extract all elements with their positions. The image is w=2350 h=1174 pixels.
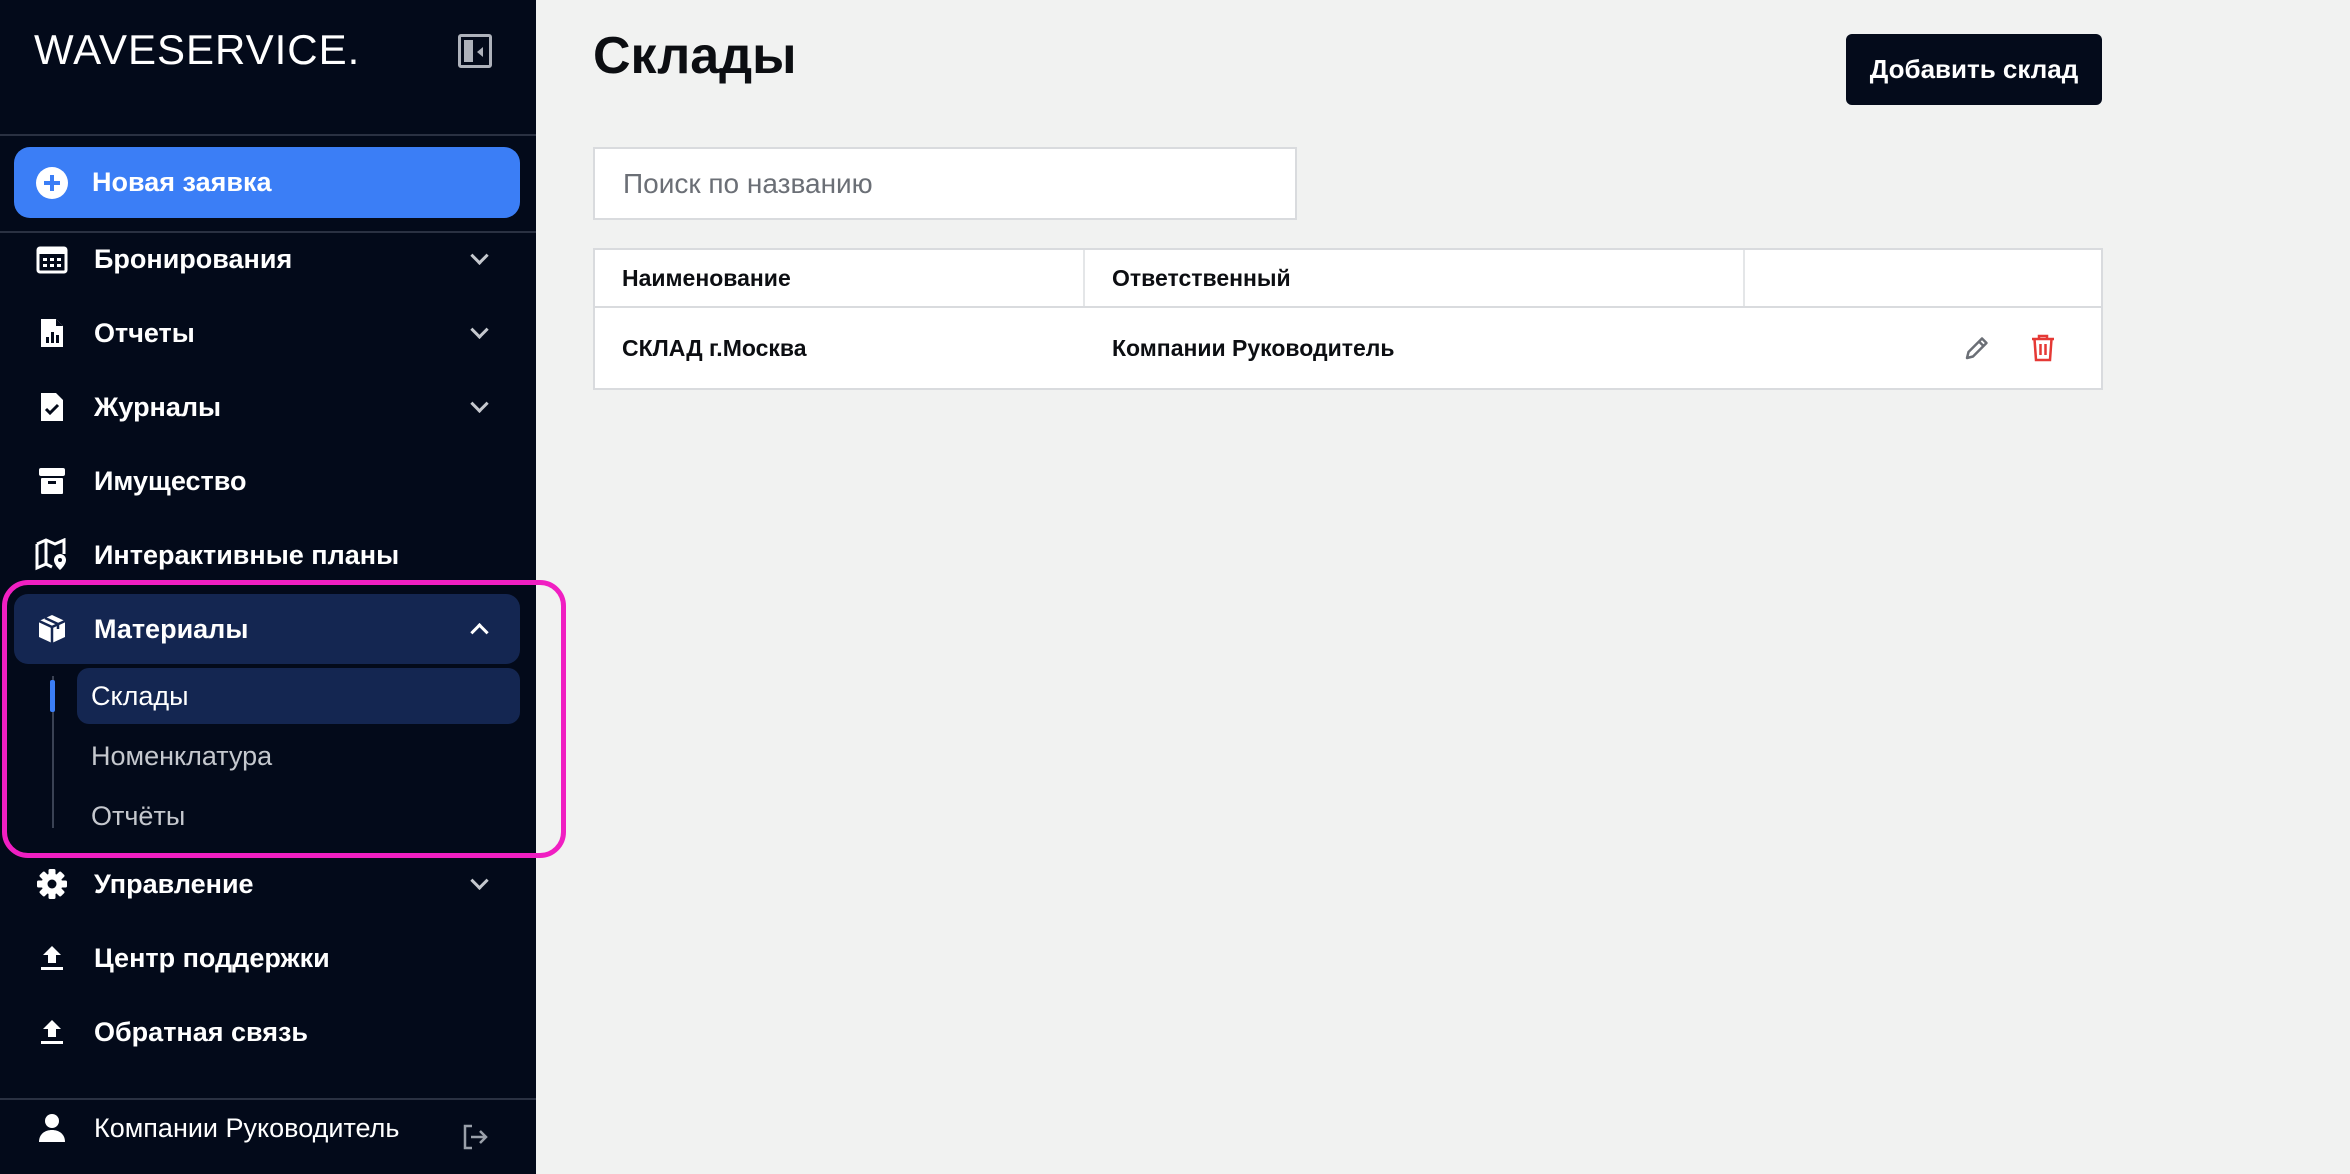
sidebar-item-label: Управление (94, 868, 254, 899)
plus-circle-icon (36, 166, 68, 199)
user-name: Компании Руководитель (94, 1112, 400, 1143)
warehouses-table: Наименование Ответственный СКЛАД г.Москв… (593, 248, 2103, 390)
new-request-button[interactable]: Новая заявка (14, 147, 520, 218)
chevron-down-icon (470, 246, 489, 265)
logo-part-2: SERVICE. (157, 26, 361, 73)
edit-pencil-icon[interactable] (1961, 331, 1993, 365)
upload-icon (34, 1014, 70, 1050)
logo-part-1: WAVE (34, 26, 158, 73)
cell-responsible: Компании Руководитель (1112, 334, 1395, 361)
user-profile[interactable]: Компании Руководитель (34, 1110, 399, 1146)
column-header-name[interactable]: Наименование (595, 250, 1085, 306)
column-header-actions (1745, 250, 2101, 306)
sidebar-item-label: Отчеты (94, 317, 195, 348)
map-pin-icon (34, 537, 70, 573)
divider (0, 1098, 536, 1100)
add-warehouse-button[interactable]: Добавить склад (1846, 34, 2102, 105)
sidebar-item-feedback[interactable]: Обратная связь (14, 997, 520, 1067)
sidebar-item-label: Журналы (94, 391, 222, 422)
archive-icon (34, 463, 70, 499)
collapse-sidebar-icon[interactable] (458, 34, 492, 68)
highlight-box (2, 580, 566, 858)
sidebar-item-bookings[interactable]: Бронирования (14, 224, 520, 294)
chevron-down-icon (470, 871, 489, 890)
table-row[interactable]: СКЛАД г.Москва Компании Руководитель (595, 308, 2101, 388)
calendar-icon (34, 241, 70, 277)
cell-name: СКЛАД г.Москва (622, 334, 807, 361)
logout-icon[interactable] (462, 1124, 488, 1150)
sidebar-item-label: Центр поддержки (94, 942, 330, 973)
table-header: Наименование Ответственный (595, 250, 2101, 308)
upload-icon (34, 940, 70, 976)
page-title: Склады (593, 27, 797, 85)
sidebar-item-label: Имущество (94, 465, 247, 496)
sidebar-item-label: Бронирования (94, 243, 293, 274)
delete-trash-icon[interactable] (2027, 331, 2059, 365)
gear-icon (34, 866, 70, 902)
column-header-responsible[interactable]: Ответственный (1085, 250, 1745, 306)
chevron-down-icon (470, 394, 489, 413)
sidebar-item-label: Обратная связь (94, 1016, 309, 1047)
new-request-label: Новая заявка (92, 167, 272, 197)
search-input[interactable] (593, 147, 1297, 220)
chevron-down-icon (470, 320, 489, 339)
journal-icon (34, 389, 70, 425)
report-icon (34, 315, 70, 351)
sidebar-item-property[interactable]: Имущество (14, 446, 520, 516)
cell-actions (1745, 308, 2101, 388)
sidebar-item-label: Интерактивные планы (94, 539, 400, 570)
sidebar-item-reports[interactable]: Отчеты (14, 298, 520, 368)
sidebar-item-journals[interactable]: Журналы (14, 372, 520, 442)
avatar-icon (34, 1110, 70, 1146)
sidebar-item-support-center[interactable]: Центр поддержки (14, 923, 520, 993)
divider (0, 134, 536, 136)
sidebar-item-management[interactable]: Управление (14, 849, 520, 919)
app-logo[interactable]: WAVESERVICE. (34, 26, 360, 74)
